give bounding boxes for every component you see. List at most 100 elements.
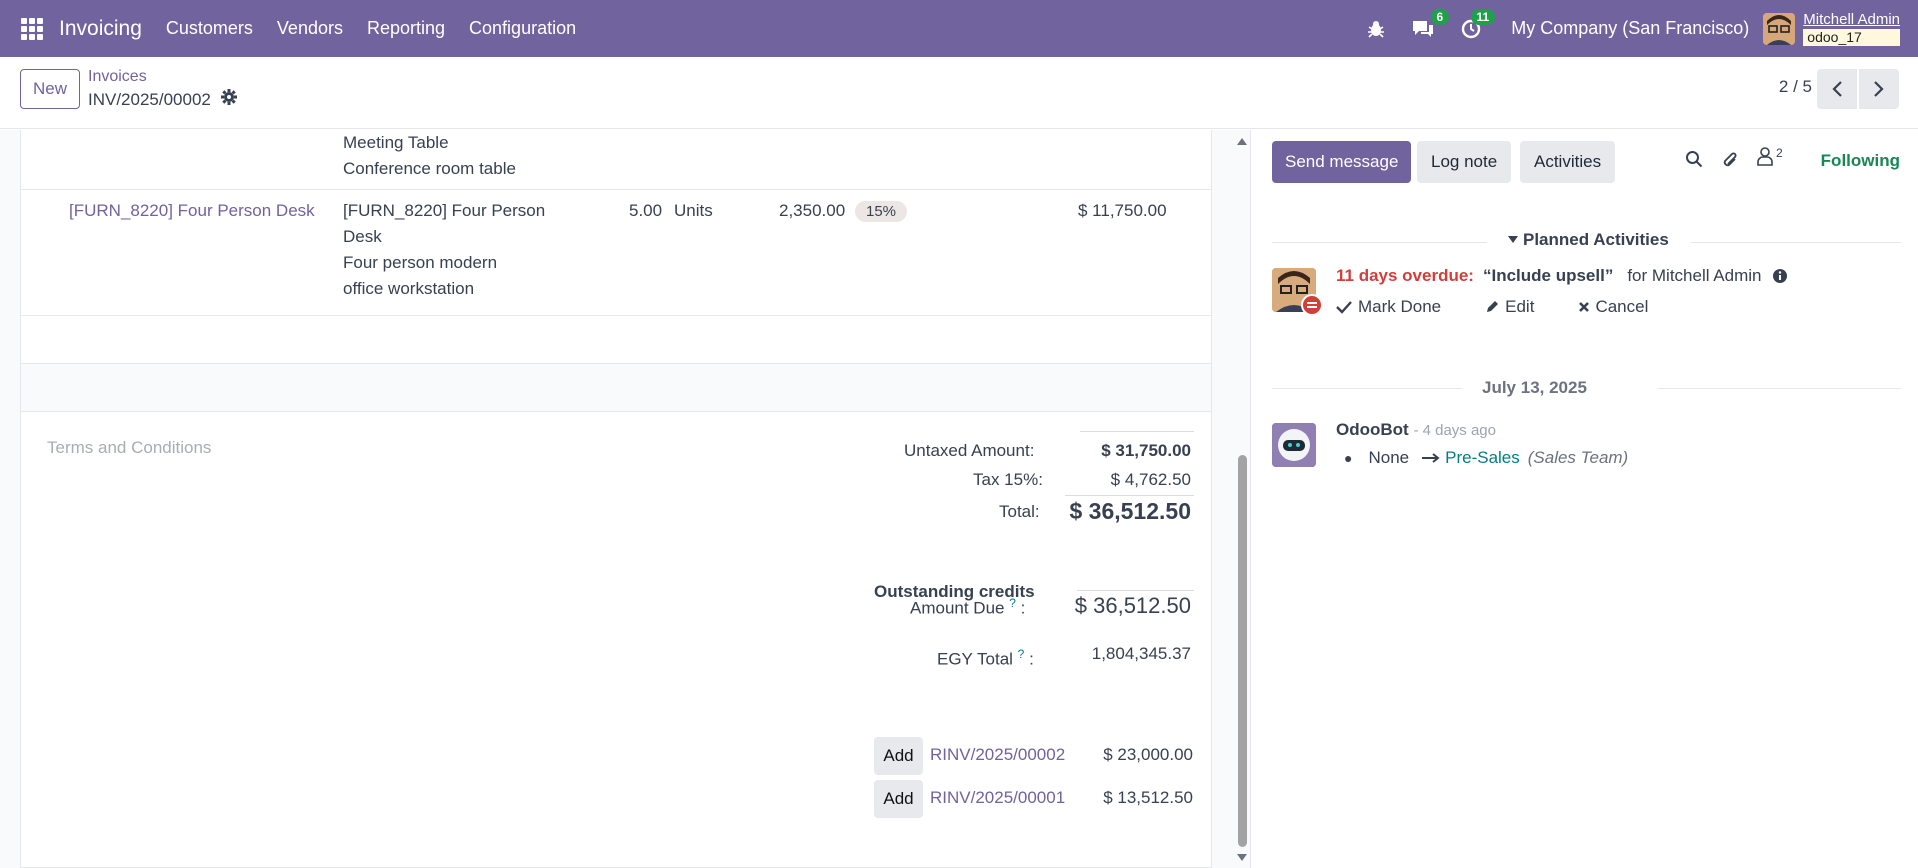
author-name[interactable]: OdooBot [1336, 420, 1409, 439]
tax-value: $ 4,762.50 [1110, 470, 1191, 489]
total-value: $ 36,512.50 [1069, 498, 1191, 524]
planned-activities-divider [1272, 242, 1487, 243]
credit-reference[interactable]: RINV/2025/00001 [930, 788, 1065, 808]
edit-label: Edit [1505, 297, 1535, 316]
line-quantity: 5.00 [629, 201, 663, 220]
company-switcher[interactable]: My Company (San Francisco) [1511, 18, 1749, 39]
activity-summary: “Include upsell” [1482, 266, 1614, 285]
line-product[interactable]: [FURN_8220] Four Person Desk [69, 198, 315, 224]
pager-value[interactable]: 2 / 5 [1779, 77, 1812, 97]
send-message-button[interactable]: Send message [1272, 141, 1412, 183]
table-row-empty[interactable] [21, 364, 1211, 412]
menu-reporting[interactable]: Reporting [367, 18, 445, 39]
user-name[interactable]: Mitchell Admin [1803, 11, 1900, 28]
gear-icon[interactable] [220, 89, 237, 110]
edit-activity-button[interactable]: Edit [1485, 297, 1556, 317]
navbar-systray: 6 11 My Company (San Francisco) Mitchell… [1367, 0, 1918, 57]
database-name: odoo_17 [1803, 29, 1900, 46]
table-row[interactable]: Meeting Table Conference room table [21, 130, 1211, 190]
message-time: - 4 days ago [1413, 422, 1496, 439]
top-navbar: Invoicing Customers Vendors Reporting Co… [0, 0, 1918, 57]
form-view: Meeting Table Conference room table [FUR… [0, 130, 1250, 868]
line-description: Conference room table [343, 159, 516, 178]
message-author: OdooBot - 4 days ago [1336, 420, 1496, 440]
activities-badge: 11 [1470, 8, 1496, 25]
table-row-empty[interactable] [21, 316, 1211, 364]
info-icon[interactable] [1772, 268, 1788, 284]
pager-previous-button[interactable] [1817, 69, 1857, 109]
outstanding-credits-title: Outstanding credits [874, 582, 1035, 601]
paperclip-icon[interactable] [1721, 150, 1739, 170]
following-button[interactable]: Following [1821, 151, 1900, 171]
bug-icon[interactable] [1367, 20, 1385, 38]
add-credit-button[interactable]: Add [874, 737, 923, 775]
activity-type-icon [1301, 294, 1323, 316]
user-menu[interactable]: Mitchell Admin odoo_17 [1803, 11, 1900, 46]
line-tax-badge: 15% [855, 201, 908, 222]
breadcrumb-invoices[interactable]: Invoices [88, 68, 147, 86]
old-value: None [1368, 448, 1410, 467]
credit-amount: $ 13,512.50 [1103, 788, 1193, 807]
mark-done-label: Mark Done [1358, 297, 1442, 316]
followers-count: 2 [1776, 146, 1783, 160]
date-separator-line [1658, 388, 1901, 389]
table-row[interactable]: [FURN_8220] Four Person Desk [FURN_8220]… [21, 190, 1211, 316]
date-separator: July 13, 2025 [1482, 378, 1587, 398]
activities-button[interactable]: Activities [1520, 141, 1616, 183]
help-icon[interactable]: ? [1018, 647, 1025, 661]
total-label: Total: [999, 502, 1040, 521]
menu-vendors[interactable]: Vendors [277, 18, 343, 39]
line-label: office workstation [343, 279, 475, 298]
app-name[interactable]: Invoicing [59, 17, 142, 41]
amount-due-value: $ 36,512.50 [1074, 593, 1191, 618]
new-button[interactable]: New [20, 69, 81, 109]
activity-line: 11 days overdue: “Include upsell” for Mi… [1336, 266, 1788, 286]
tracked-field-name: (Sales Team) [1527, 448, 1629, 467]
line-label: Desk [343, 227, 382, 246]
line-label: Four person modern [343, 253, 498, 272]
odoobot-avatar[interactable] [1272, 423, 1316, 467]
line-description: Meeting Table [343, 133, 449, 152]
close-icon [1579, 302, 1590, 312]
chatter-panel: Send message Log note Activities 2 Follo… [1250, 130, 1918, 868]
cancel-label: Cancel [1595, 297, 1649, 316]
caret-down-icon [1508, 236, 1518, 243]
messages-icon[interactable]: 6 [1411, 8, 1450, 39]
activity-assignee: for Mitchell Admin [1627, 266, 1762, 285]
followers-button[interactable]: 2 [1757, 146, 1783, 166]
pencil-icon [1487, 301, 1499, 312]
cancel-activity-button[interactable]: Cancel [1578, 297, 1670, 317]
terms-and-conditions-field[interactable]: Terms and Conditions [47, 438, 211, 458]
search-icon[interactable] [1685, 150, 1703, 168]
credit-reference[interactable]: RINV/2025/00002 [930, 745, 1065, 765]
mark-done-button[interactable]: Mark Done [1336, 297, 1463, 317]
activities-icon[interactable]: 11 [1461, 8, 1496, 39]
credit-amount: $ 23,000.00 [1103, 745, 1193, 764]
pager-next-button[interactable] [1859, 69, 1899, 109]
egy-total-value: 1,804,345.37 [1091, 644, 1191, 663]
date-separator-line [1272, 388, 1462, 389]
untaxed-amount-label: Untaxed Amount: [904, 441, 1035, 460]
amount-due-divider [1077, 590, 1194, 591]
user-avatar[interactable] [1763, 12, 1796, 45]
add-credit-button[interactable]: Add [874, 780, 923, 818]
scroll-up-arrow[interactable] [1236, 136, 1248, 146]
planned-activities-title: Planned Activities [1523, 230, 1669, 249]
arrow-right-icon [1422, 453, 1440, 463]
log-note-button[interactable]: Log note [1417, 141, 1512, 183]
egy-total-colon: : [1029, 649, 1034, 669]
egy-total-label: EGY Total ? : [937, 641, 1034, 673]
check-icon [1336, 301, 1352, 314]
activity-actions: Mark Done Edit Cancel [1336, 297, 1692, 317]
tracking-value: ● None Pre-Sales (Sales Team) [1336, 448, 1628, 468]
menu-customers[interactable]: Customers [166, 18, 253, 39]
chevron-left-icon [1832, 81, 1842, 97]
untaxed-amount-value: $ 31,750.00 [1101, 441, 1191, 460]
scroll-down-arrow[interactable] [1236, 853, 1248, 863]
chevron-right-icon [1874, 81, 1884, 97]
planned-activities-toggle[interactable]: Planned Activities [1507, 230, 1669, 250]
apps-menu-icon[interactable] [21, 17, 43, 40]
line-label: [FURN_8220] Four Person [343, 201, 546, 220]
menu-configuration[interactable]: Configuration [469, 18, 576, 39]
scrollbar-thumb[interactable] [1238, 455, 1247, 847]
